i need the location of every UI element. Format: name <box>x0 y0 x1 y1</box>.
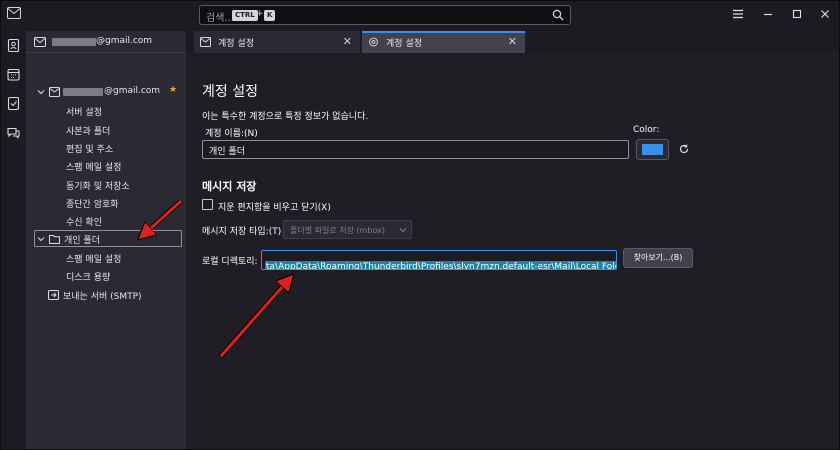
tab-close-icon[interactable]: ✕ <box>343 35 352 48</box>
reset-color-icon[interactable] <box>678 143 690 155</box>
tree-item-server-settings[interactable]: 서버 설정 <box>66 105 102 118</box>
redacted-account-user <box>63 88 103 96</box>
chevron-down-icon <box>399 228 407 233</box>
tree-item-return-receipts[interactable]: 수신 확인 <box>66 215 102 228</box>
tree-item-copies-folders[interactable]: 사본과 폴더 <box>66 124 110 137</box>
local-dir-label: 로컬 디렉토리: <box>202 257 258 267</box>
settings-content: 계정 설정 이는 특수한 계정으로 특정 정보가 없습니다. 계정 이름:(N)… <box>186 53 839 449</box>
store-type-select[interactable]: 폴더별 파일로 저장 (mbox) <box>283 220 412 239</box>
tree-item-junk-settings[interactable]: 스팸 메일 설정 <box>66 160 121 173</box>
tree-item-sync-storage[interactable]: 동기화 및 저장소 <box>66 179 130 192</box>
empty-trash-label[interactable]: 지운 편지함을 비우고 닫기(X) <box>218 200 331 213</box>
close-window-icon[interactable] <box>818 7 832 21</box>
chevron-down-icon[interactable] <box>37 88 45 96</box>
mail-app-icon[interactable] <box>7 7 21 19</box>
redacted-username <box>52 38 96 46</box>
shortcut-ctrl-key: CTRL <box>232 10 258 21</box>
address-book-icon[interactable] <box>6 38 21 53</box>
tab-bar: 계정 설정 ✕ 계정 설정 ✕ <box>186 31 839 53</box>
outgoing-server-icon <box>48 290 59 300</box>
chevron-down-icon[interactable] <box>37 235 45 243</box>
browse-button[interactable]: 찾아보기...(B) <box>623 248 693 268</box>
mail-icon <box>34 37 46 47</box>
shortcut-k-key: K <box>264 10 276 21</box>
tree-item-e2e-encryption[interactable]: 종단간 암호화 <box>66 197 119 210</box>
special-account-notice: 이는 특수한 계정으로 특정 정보가 없습니다. <box>202 112 369 122</box>
local-directory-value: ta\AppData\Roaming\Thunderbird\Profiles\… <box>265 261 616 269</box>
star-icon: ★ <box>169 85 178 95</box>
tab-account-settings-1[interactable]: 계정 설정 ✕ <box>194 31 360 53</box>
tab-label: 계정 설정 <box>218 39 254 49</box>
tree-item-local-junk-settings[interactable]: 스팸 메일 설정 <box>66 252 121 265</box>
tab-account-settings-2[interactable]: 계정 설정 ✕ <box>362 31 525 53</box>
tab-close-icon[interactable]: ✕ <box>508 35 517 48</box>
shortcut-plus: + <box>256 9 264 19</box>
color-swatch <box>642 144 663 155</box>
folder-pane-header: @gmail.com <box>26 31 186 53</box>
store-type-label: 메시지 저장 타입:(T) <box>202 227 282 237</box>
page-title: 계정 설정 <box>202 84 258 100</box>
tree-item-disk-space[interactable]: 디스크 용량 <box>66 270 110 283</box>
tab-settings-icon <box>369 37 378 47</box>
account-name[interactable]: @gmail.com <box>104 86 160 96</box>
tab-label: 계정 설정 <box>386 39 422 49</box>
search-bar[interactable]: 검색... CTRL + K <box>199 5 571 25</box>
account-name-label: 계정 이름:(N) <box>205 129 258 139</box>
tab-mail-icon <box>200 37 211 47</box>
color-label: Color: <box>633 125 660 135</box>
maximize-icon[interactable] <box>790 7 804 21</box>
minimize-icon[interactable] <box>761 7 775 21</box>
chat-icon[interactable] <box>6 125 21 140</box>
spaces-toolbar <box>1 31 26 449</box>
calendar-icon[interactable] <box>6 67 21 82</box>
tasks-icon[interactable] <box>6 96 21 111</box>
account-mail-icon <box>49 87 60 97</box>
app-window: 검색... CTRL + K @gmail.com @gmail.com ★ 서… <box>0 0 840 450</box>
color-picker-button[interactable] <box>636 139 669 160</box>
message-storage-heading: 메시지 저장 <box>202 180 257 193</box>
folder-icon <box>49 235 60 244</box>
menu-icon[interactable] <box>731 7 745 21</box>
local-directory-input[interactable]: ta\AppData\Roaming\Thunderbird\Profiles\… <box>261 250 617 270</box>
empty-trash-checkbox[interactable] <box>202 199 213 210</box>
header-account-email: @gmail.com <box>96 36 153 46</box>
tree-item-smtp[interactable]: 보내는 서버 (SMTP) <box>63 289 142 302</box>
store-type-value: 폴더별 파일로 저장 (mbox) <box>290 226 386 235</box>
folder-pane: @gmail.com @gmail.com ★ 서버 설정 사본과 폴더 편집 … <box>26 31 186 449</box>
local-folders-label: 개인 폴더 <box>64 236 100 246</box>
tree-item-composition[interactable]: 편집 및 주소 <box>66 142 113 155</box>
search-placeholder: 검색... <box>206 13 234 24</box>
title-bar: 검색... CTRL + K <box>1 1 839 31</box>
search-icon[interactable] <box>552 9 564 21</box>
account-name-input[interactable]: 개인 폴더 <box>202 140 629 159</box>
